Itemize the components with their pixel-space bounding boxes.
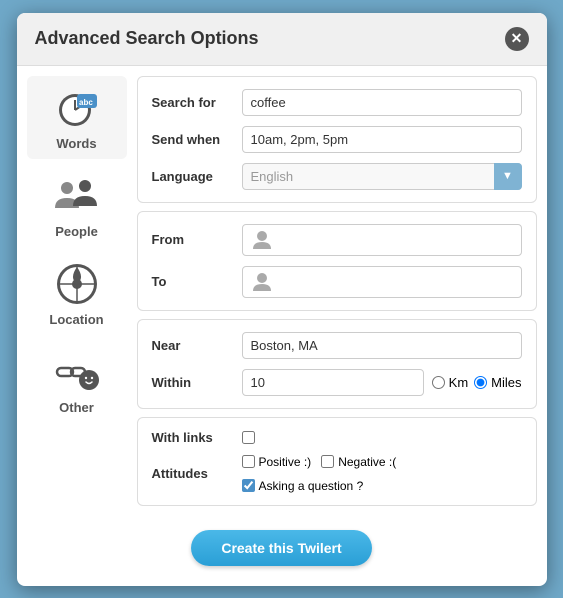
- from-label: From: [152, 232, 232, 247]
- other-section: With links Attitudes Positive :) Negativ…: [137, 417, 537, 506]
- send-when-label: Send when: [152, 132, 232, 147]
- modal-title: Advanced Search Options: [35, 28, 259, 49]
- positive-checkbox[interactable]: [242, 455, 255, 468]
- within-input[interactable]: [242, 369, 424, 396]
- send-when-row: Send when: [152, 126, 522, 153]
- close-button[interactable]: ✕: [505, 27, 529, 51]
- negative-label: Negative :(: [338, 455, 396, 469]
- language-row: Language English ▼: [152, 163, 522, 190]
- language-label: Language: [152, 169, 232, 184]
- positive-option[interactable]: Positive :): [242, 455, 312, 469]
- people-section: From To: [137, 211, 537, 311]
- sidebar: abc Words People: [27, 76, 127, 506]
- negative-option[interactable]: Negative :(: [321, 455, 396, 469]
- modal: Advanced Search Options ✕ abc Words: [17, 13, 547, 586]
- within-wrapper: Km Miles: [242, 369, 522, 396]
- km-option[interactable]: Km: [432, 375, 469, 390]
- sidebar-item-other[interactable]: Other: [27, 340, 127, 423]
- positive-label: Positive :): [259, 455, 312, 469]
- create-button[interactable]: Create this Twilert: [191, 530, 371, 566]
- miles-radio[interactable]: [474, 376, 487, 389]
- to-input-wrapper[interactable]: [242, 266, 522, 298]
- modal-header: Advanced Search Options ✕: [17, 13, 547, 66]
- location-icon: [53, 260, 101, 308]
- svg-text:abc: abc: [79, 98, 93, 107]
- search-for-label: Search for: [152, 95, 232, 110]
- sidebar-location-label: Location: [49, 312, 103, 327]
- people-icon: [53, 172, 101, 220]
- near-input[interactable]: [242, 332, 522, 359]
- to-row: To: [152, 266, 522, 298]
- from-input-wrapper[interactable]: [242, 224, 522, 256]
- from-row: From: [152, 224, 522, 256]
- sidebar-people-label: People: [55, 224, 98, 239]
- other-icon: [53, 348, 101, 396]
- with-links-row: With links: [152, 430, 522, 445]
- search-for-row: Search for: [152, 89, 522, 116]
- sidebar-item-location[interactable]: Location: [27, 252, 127, 335]
- language-select[interactable]: English: [242, 163, 522, 190]
- words-icon: abc: [53, 84, 101, 132]
- words-section: Search for Send when Language English ▼: [137, 76, 537, 203]
- attitudes-group: Positive :) Negative :( Asking a questio…: [242, 455, 522, 493]
- within-label: Within: [152, 375, 232, 390]
- modal-body: abc Words People: [17, 66, 547, 516]
- km-radio[interactable]: [432, 376, 445, 389]
- attitudes-label: Attitudes: [152, 466, 232, 481]
- sidebar-words-label: Words: [56, 136, 96, 151]
- near-row: Near: [152, 332, 522, 359]
- sidebar-item-people[interactable]: People: [27, 164, 127, 247]
- sidebar-other-label: Other: [59, 400, 94, 415]
- miles-label: Miles: [491, 375, 521, 390]
- search-for-input[interactable]: [242, 89, 522, 116]
- within-row: Within Km Miles: [152, 369, 522, 396]
- to-person-icon: [251, 271, 273, 293]
- language-select-wrapper: English ▼: [242, 163, 522, 190]
- content-area: Search for Send when Language English ▼: [137, 76, 537, 506]
- asking-option[interactable]: Asking a question ?: [242, 479, 364, 493]
- send-when-input[interactable]: [242, 126, 522, 153]
- unit-group: Km Miles: [432, 375, 522, 390]
- with-links-label: With links: [152, 430, 232, 445]
- negative-checkbox[interactable]: [321, 455, 334, 468]
- miles-option[interactable]: Miles: [474, 375, 521, 390]
- attitudes-row: Attitudes Positive :) Negative :( Ask: [152, 455, 522, 493]
- asking-checkbox[interactable]: [242, 479, 255, 492]
- from-person-icon: [251, 229, 273, 251]
- with-links-checkbox[interactable]: [242, 431, 255, 444]
- km-label: Km: [449, 375, 469, 390]
- to-label: To: [152, 274, 232, 289]
- near-label: Near: [152, 338, 232, 353]
- location-section: Near Within Km: [137, 319, 537, 409]
- sidebar-item-words[interactable]: abc Words: [27, 76, 127, 159]
- asking-label: Asking a question ?: [259, 479, 364, 493]
